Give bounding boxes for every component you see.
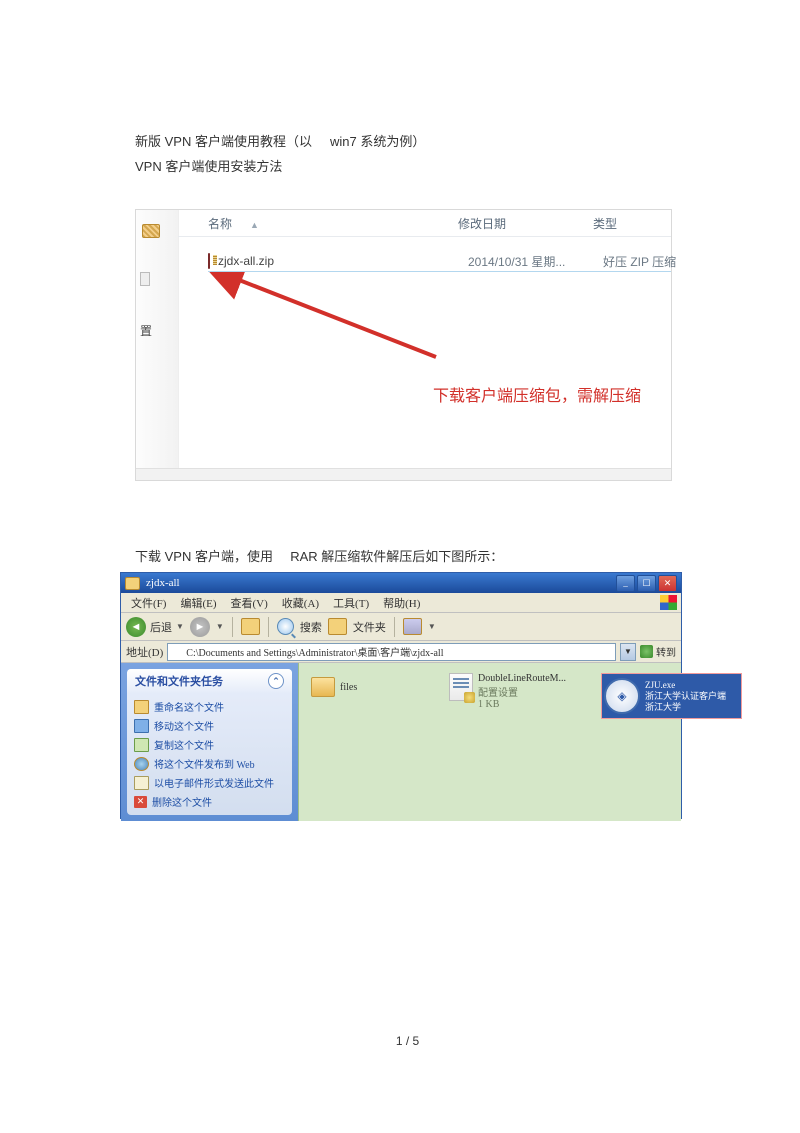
zju-line2: 浙江大学认证客户端 — [645, 691, 726, 702]
copy-icon — [134, 738, 149, 752]
ini-desc: 配置设置 — [478, 684, 566, 699]
folder-icon — [311, 677, 335, 697]
menu-help[interactable]: 帮助(H) — [377, 593, 426, 613]
globe-icon — [134, 757, 149, 771]
red-arrow-icon — [206, 272, 446, 362]
file-row[interactable]: zjdx-all.zip 2014/10/31 星期... 好压 ZIP 压缩 — [208, 251, 671, 272]
file-item-zju[interactable]: ◈ ZJU.exe 浙江大学认证客户端 浙江大学 — [601, 673, 742, 719]
tasks-pane: 文件和文件夹任务 ⌃ 重命名这个文件 移动这个文件 复制这个文件 将这个文件发布… — [121, 663, 298, 821]
zju-line1: ZJU.exe — [645, 680, 726, 691]
intro-text: 新版 VPN 客户端使用教程（以 win7 系统为例） VPN 客户端使用安装方… — [135, 130, 680, 179]
file-item-ini[interactable]: DoubleLineRouteM... 配置设置 1 KB — [449, 673, 566, 710]
menu-file[interactable]: 文件(F) — [125, 593, 172, 613]
delete-icon: ✕ — [134, 796, 147, 808]
intro-line1a: 新版 VPN 客户端使用教程（以 — [135, 130, 312, 155]
back-icon: ◄ — [126, 617, 146, 637]
maximize-button[interactable]: ☐ — [637, 575, 656, 592]
menu-edit[interactable]: 编辑(E) — [174, 593, 222, 613]
addressbar: 地址(D) C:\Documents and Settings\Administ… — [121, 641, 681, 663]
page-number: 1 / 5 — [135, 1034, 680, 1048]
mid-caption: 下载 VPN 客户端，使用 RAR 解压缩软件解压后如下图所示： — [135, 546, 680, 565]
toolbar: ◄ 后退 ▼ ► ▼ 搜索 文件夹 ▼ — [121, 613, 681, 641]
side-glyph: 置 — [140, 322, 178, 339]
address-dropdown[interactable]: ▼ — [620, 643, 636, 661]
forward-button[interactable]: ► — [190, 617, 210, 637]
up-folder-icon[interactable] — [241, 618, 260, 635]
intro-line2: VPN 客户端使用安装方法 — [135, 155, 680, 180]
col-type[interactable]: 类型 — [593, 215, 653, 232]
task-publish[interactable]: 将这个文件发布到 Web — [134, 754, 285, 773]
rename-icon — [134, 700, 149, 714]
ini-file-icon — [449, 673, 473, 701]
file-type: 好压 ZIP 压缩 — [603, 253, 693, 270]
zju-badge-icon: ◈ — [604, 678, 640, 714]
intro-line1b: win7 系统为例） — [330, 130, 425, 155]
address-label: 地址(D) — [126, 644, 163, 660]
mail-icon — [134, 776, 149, 790]
folder-label: files — [340, 682, 357, 693]
file-date: 2014/10/31 星期... — [468, 253, 603, 270]
screenshot-win7-explorer: 置 名称 ▲ 修改日期 类型 zjdx-all.zip 2014/10/31 星期… — [135, 209, 672, 481]
file-name: zjdx-all.zip — [218, 254, 468, 268]
task-email[interactable]: 以电子邮件形式发送此文件 — [134, 773, 285, 792]
explorer-body: 文件和文件夹任务 ⌃ 重命名这个文件 移动这个文件 复制这个文件 将这个文件发布… — [121, 663, 681, 821]
close-button[interactable]: ✕ — [658, 575, 677, 592]
move-icon — [134, 719, 149, 733]
windows-flag-icon — [660, 595, 677, 610]
screenshot-xp-explorer: zjdx-all _ ☐ ✕ 文件(F) 编辑(E) 查看(V) 收藏(A) 工… — [120, 572, 682, 819]
toolbar-search-label[interactable]: 搜索 — [300, 619, 322, 635]
titlebar[interactable]: zjdx-all _ ☐ ✕ — [121, 573, 681, 593]
window-title: zjdx-all — [146, 577, 180, 589]
column-headers[interactable]: 名称 ▲ 修改日期 类型 — [178, 210, 671, 237]
menu-fav[interactable]: 收藏(A) — [276, 593, 325, 613]
file-item-folder[interactable]: files — [311, 677, 357, 697]
address-folder-icon — [171, 647, 182, 656]
task-move[interactable]: 移动这个文件 — [134, 716, 285, 735]
folders-icon[interactable] — [328, 618, 347, 635]
task-rename[interactable]: 重命名这个文件 — [134, 697, 285, 716]
address-path: C:\Documents and Settings\Administrator\… — [186, 644, 443, 659]
sidebar-handle-icon — [140, 272, 150, 286]
tasks-panel: 文件和文件夹任务 ⌃ 重命名这个文件 移动这个文件 复制这个文件 将这个文件发布… — [127, 669, 292, 815]
titlebar-folder-icon — [125, 577, 140, 590]
tasks-header: 文件和文件夹任务 — [135, 673, 223, 689]
go-button[interactable]: 转到 — [640, 644, 676, 659]
col-name[interactable]: 名称 — [208, 217, 232, 231]
sort-caret-icon: ▲ — [250, 220, 259, 230]
task-delete[interactable]: ✕删除这个文件 — [134, 792, 285, 811]
collapse-icon[interactable]: ⌃ — [268, 673, 284, 689]
left-sidebar: 置 — [136, 210, 179, 480]
scrollbar-h[interactable] — [136, 468, 671, 480]
document-page: 新版 VPN 客户端使用教程（以 win7 系统为例） VPN 客户端使用安装方… — [0, 0, 800, 1088]
address-input[interactable]: C:\Documents and Settings\Administrator\… — [167, 643, 616, 661]
file-view[interactable]: files DoubleLineRouteM... 配置设置 1 KB ◈ ZJ… — [298, 663, 681, 821]
menu-view[interactable]: 查看(V) — [225, 593, 274, 613]
toolbar-folders-label[interactable]: 文件夹 — [353, 619, 386, 635]
back-button[interactable]: ◄ 后退 ▼ — [126, 617, 184, 637]
ini-size: 1 KB — [478, 699, 566, 710]
chevron-down-icon[interactable]: ▼ — [176, 622, 184, 631]
chevron-down-icon[interactable]: ▼ — [428, 622, 436, 631]
col-date[interactable]: 修改日期 — [458, 215, 593, 232]
task-copy[interactable]: 复制这个文件 — [134, 735, 285, 754]
sidebar-folder-icon — [142, 224, 160, 238]
search-icon[interactable] — [277, 618, 294, 635]
go-arrow-icon — [640, 645, 653, 658]
zip-icon — [208, 253, 210, 269]
zju-line3: 浙江大学 — [645, 702, 726, 713]
annotation-text: 下载客户端压缩包，需解压缩 — [433, 382, 641, 406]
chevron-down-icon[interactable]: ▼ — [216, 622, 224, 631]
ini-name: DoubleLineRouteM... — [478, 673, 566, 684]
menu-tools[interactable]: 工具(T) — [327, 593, 375, 613]
views-icon[interactable] — [403, 618, 422, 635]
menubar[interactable]: 文件(F) 编辑(E) 查看(V) 收藏(A) 工具(T) 帮助(H) — [121, 593, 681, 613]
minimize-button[interactable]: _ — [616, 575, 635, 592]
